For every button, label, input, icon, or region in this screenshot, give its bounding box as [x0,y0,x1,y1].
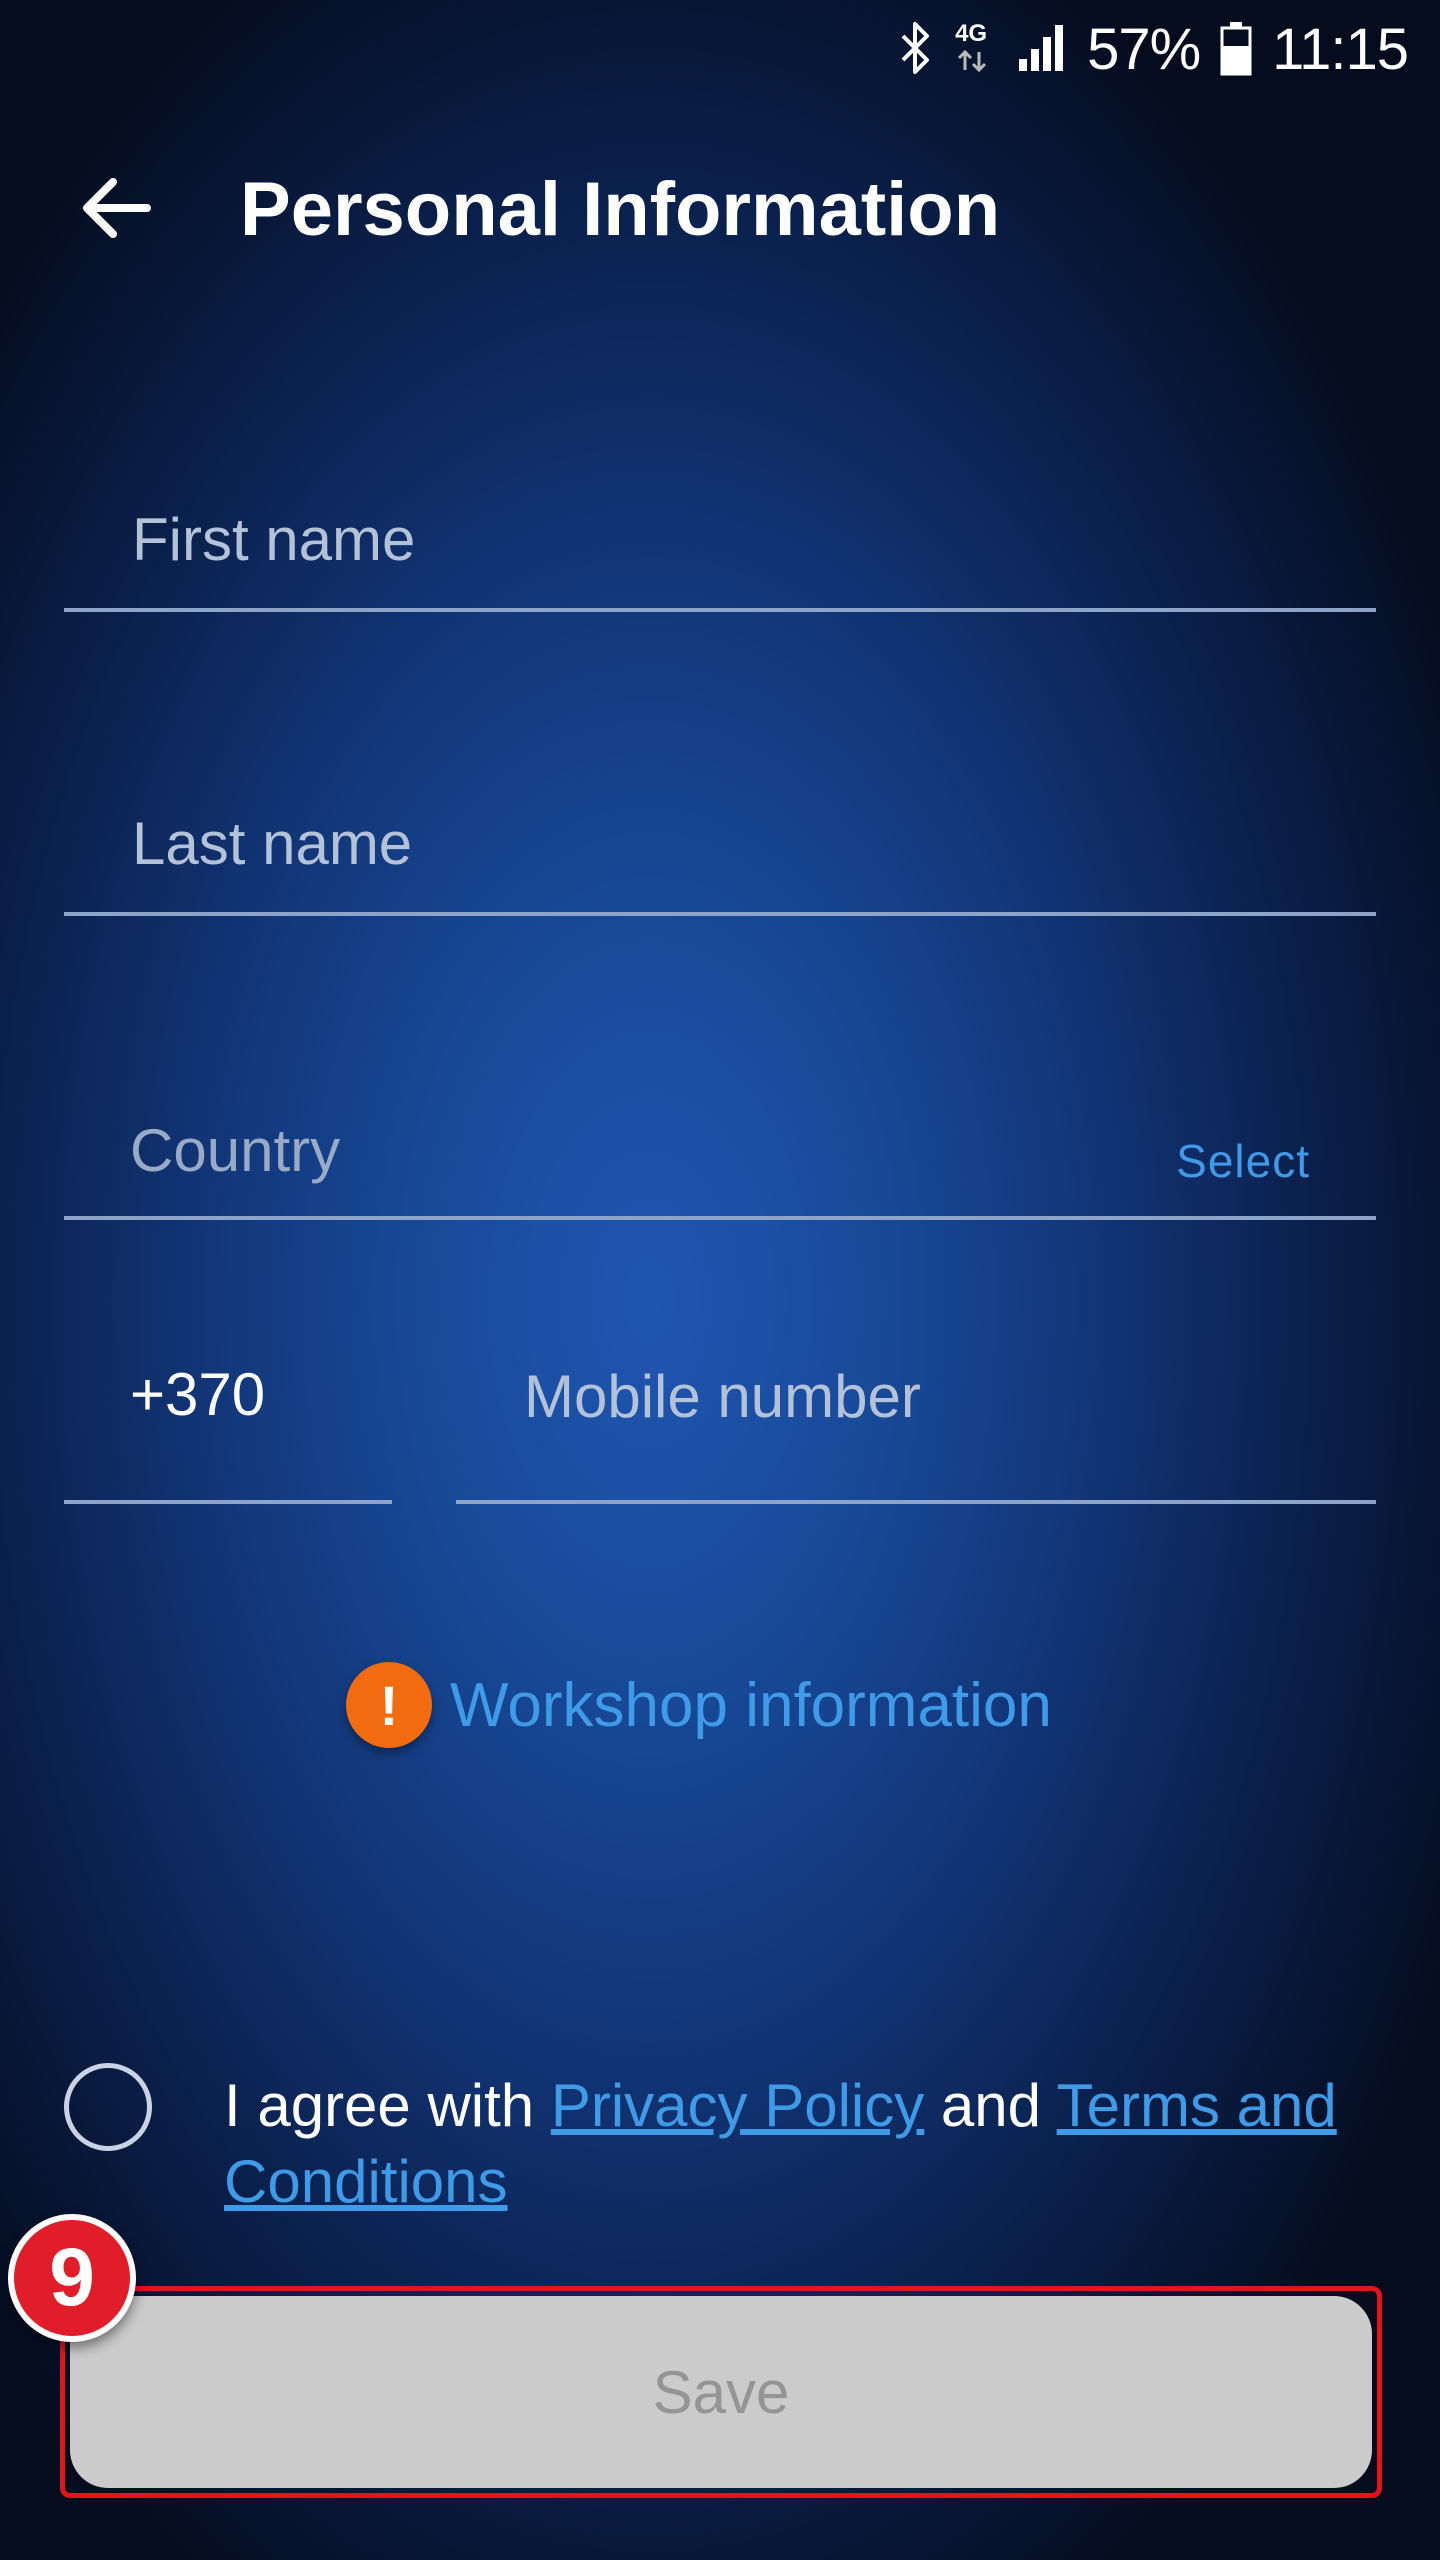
last-name-input[interactable] [130,792,1134,894]
workshop-information-label: Workshop information [450,1670,1052,1740]
first-name-field [64,458,1376,612]
page-title: Personal Information [240,167,1001,252]
agree-radio-button[interactable] [64,2063,152,2151]
phone-prefix: +370 [130,1361,266,1428]
workshop-information-link[interactable]: ! Workshop information [346,1660,1052,1750]
agreement-middle: and [924,2072,1057,2139]
bluetooth-icon [897,20,933,81]
phone-prefix-field[interactable]: +370 [64,1345,392,1504]
clock: 11:15 [1272,17,1409,82]
network-type-icon: 4G [953,20,997,80]
privacy-policy-link[interactable]: Privacy Policy [551,2072,924,2139]
save-button-highlight: Save [60,2286,1382,2498]
mobile-number-field [456,1345,1376,1504]
save-button-label: Save [652,2358,790,2426]
country-field[interactable]: Country Select [64,1066,1376,1220]
back-button[interactable] [60,170,170,250]
save-button[interactable]: Save [70,2296,1372,2488]
mobile-number-input[interactable] [522,1345,1346,1447]
signal-icon [1017,23,1067,78]
top-app-bar: Personal Information [0,150,1440,270]
last-name-field [64,762,1376,916]
first-name-input[interactable] [130,488,1134,590]
country-label: Country [130,1117,341,1184]
agreement-text: I agree with Privacy Policy and Terms an… [224,2068,1354,2220]
alert-icon: ! [346,1662,432,1748]
battery-icon [1220,20,1252,81]
country-select-button[interactable]: Select [1176,1134,1310,1188]
status-bar: 4G 57% 11:15 [0,0,1440,100]
app-screen: 4G 57% 11:15 Personal Information Countr… [0,0,1440,2560]
battery-percent: 57% [1087,17,1201,82]
arrow-back-icon [79,176,151,245]
agreement-prefix: I agree with [224,2072,551,2139]
step-number-badge: 9 [8,2214,136,2342]
